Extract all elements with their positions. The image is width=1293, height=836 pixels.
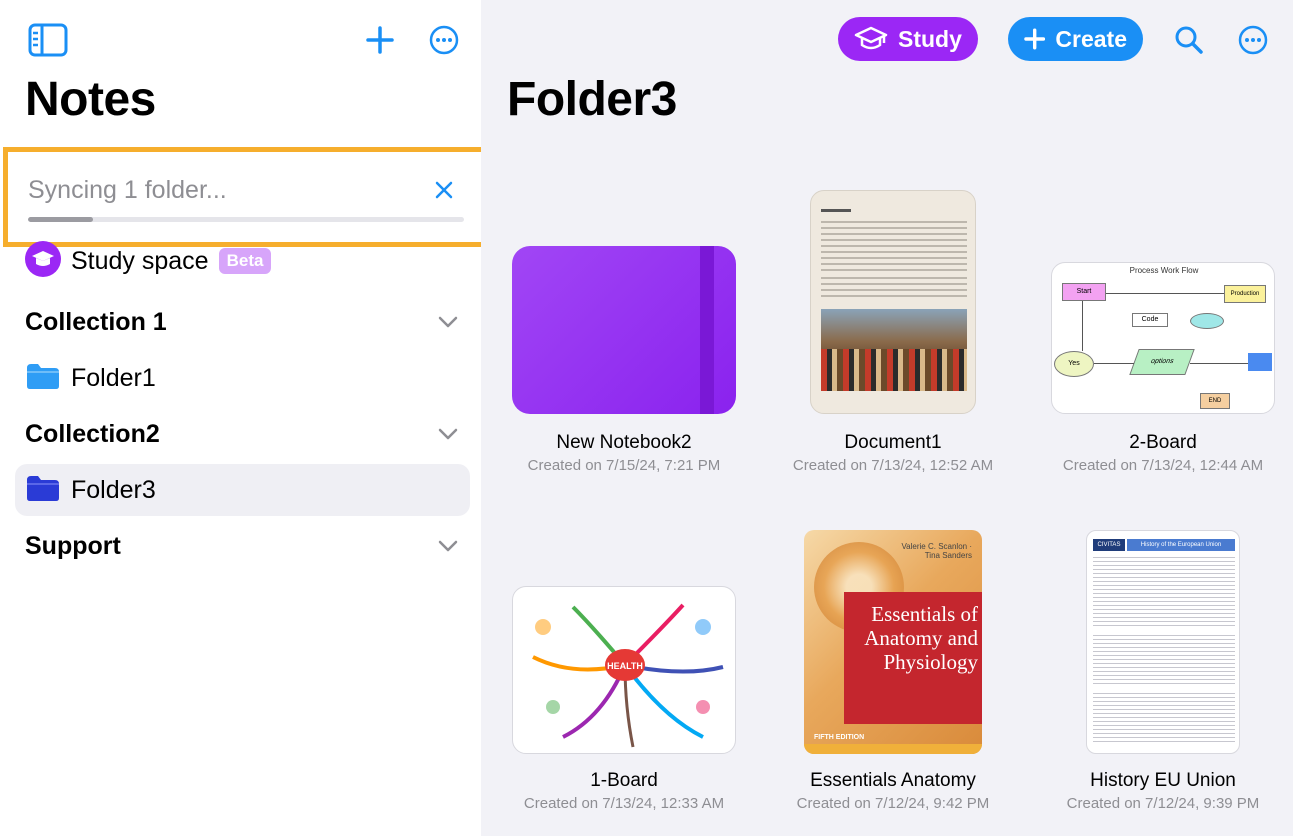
document-thumbnail (810, 190, 976, 414)
book-cover-thumbnail: Valerie C. Scanlon · Tina Sanders Essent… (804, 530, 982, 754)
sidebar-title: Notes (25, 73, 156, 126)
note-card[interactable]: Process Work Flow Start Code Production … (1028, 180, 1293, 480)
note-date: Created on 7/13/24, 12:52 AM (792, 457, 994, 474)
sidebar-item-folder3[interactable]: Folder3 (15, 464, 470, 516)
sync-status-text: Syncing 1 folder... (28, 176, 227, 204)
more-options-icon[interactable] (424, 20, 464, 60)
folder-icon (25, 474, 61, 507)
section-label: Support (25, 531, 121, 560)
section-label: Collection2 (25, 419, 160, 448)
note-title: History EU Union (1090, 770, 1236, 791)
note-date: Created on 7/13/24, 12:44 AM (1062, 457, 1264, 474)
note-title: 2-Board (1129, 432, 1197, 453)
sidebar-section-collection2[interactable]: Collection2 (15, 408, 470, 460)
search-icon[interactable] (1169, 20, 1209, 60)
board-thumbnail: Process Work Flow Start Code Production … (1051, 262, 1275, 414)
notebook-cover (512, 246, 736, 414)
note-title: Essentials Anatomy (810, 770, 976, 791)
document-thumbnail: CIVITAS History of the European Union (1086, 530, 1240, 754)
create-button[interactable]: Create (1008, 17, 1143, 61)
page-title: Folder3 (507, 73, 677, 126)
chevron-down-icon (438, 540, 458, 552)
book-title-panel: Essentials of Anatomy and Physiology (844, 592, 982, 724)
sidebar-item-label: Folder1 (71, 363, 156, 392)
study-button-label: Study (898, 25, 962, 52)
sidebar: Notes Syncing 1 folder... Study space Be… (0, 0, 494, 836)
study-button[interactable]: Study (838, 17, 978, 61)
sidebar-toggle-icon[interactable] (28, 20, 68, 60)
svg-text:HEALTH: HEALTH (607, 661, 643, 671)
close-icon[interactable] (428, 174, 460, 206)
note-card[interactable]: HEALTH 1-Board Created on 7/13/24, 12:33… (489, 520, 759, 820)
study-cap-icon (25, 240, 61, 282)
note-date: Created on 7/13/24, 12:33 AM (523, 795, 725, 812)
note-card[interactable]: New Notebook2 Created on 7/15/24, 7:21 P… (489, 180, 759, 480)
sync-progress-fill (28, 217, 94, 222)
note-card[interactable]: Document1 Created on 7/13/24, 12:52 AM (758, 180, 1028, 480)
chevron-down-icon (438, 316, 458, 328)
chevron-down-icon (438, 428, 458, 440)
add-icon[interactable] (360, 20, 400, 60)
note-title: 1-Board (590, 770, 658, 791)
graduation-cap-icon (854, 26, 888, 50)
sidebar-item-study-space[interactable]: Study space Beta (15, 235, 470, 287)
sidebar-item-label: Folder3 (71, 475, 156, 504)
note-title: Document1 (844, 432, 942, 453)
notebook-spine (700, 246, 714, 414)
sidebar-section-support[interactable]: Support (15, 520, 470, 572)
sync-progress-bar (28, 217, 464, 222)
note-title: New Notebook2 (556, 432, 692, 453)
create-button-label: Create (1055, 25, 1127, 52)
section-label: Collection 1 (25, 307, 167, 336)
photo-image (821, 309, 967, 391)
note-date: Created on 7/15/24, 7:21 PM (527, 457, 721, 474)
note-card[interactable]: Valerie C. Scanlon · Tina Sanders Essent… (758, 520, 1028, 820)
plus-icon (1024, 28, 1046, 50)
note-date: Created on 7/12/24, 9:39 PM (1066, 795, 1260, 812)
note-card[interactable]: CIVITAS History of the European Union Hi… (1028, 520, 1293, 820)
sync-status-panel: Syncing 1 folder... (3, 147, 494, 247)
beta-badge: Beta (218, 248, 272, 274)
more-options-icon[interactable] (1233, 20, 1273, 60)
sidebar-section-collection-1[interactable]: Collection 1 (15, 296, 470, 348)
sidebar-item-label: Study space (71, 246, 209, 275)
note-date: Created on 7/12/24, 9:42 PM (796, 795, 990, 812)
sidebar-item-folder1[interactable]: Folder1 (15, 352, 470, 404)
main-content: Study Create Folder3 New Notebook2 Creat… (481, 0, 1293, 836)
folder-icon (25, 362, 61, 395)
mindmap-thumbnail: HEALTH (512, 586, 736, 754)
